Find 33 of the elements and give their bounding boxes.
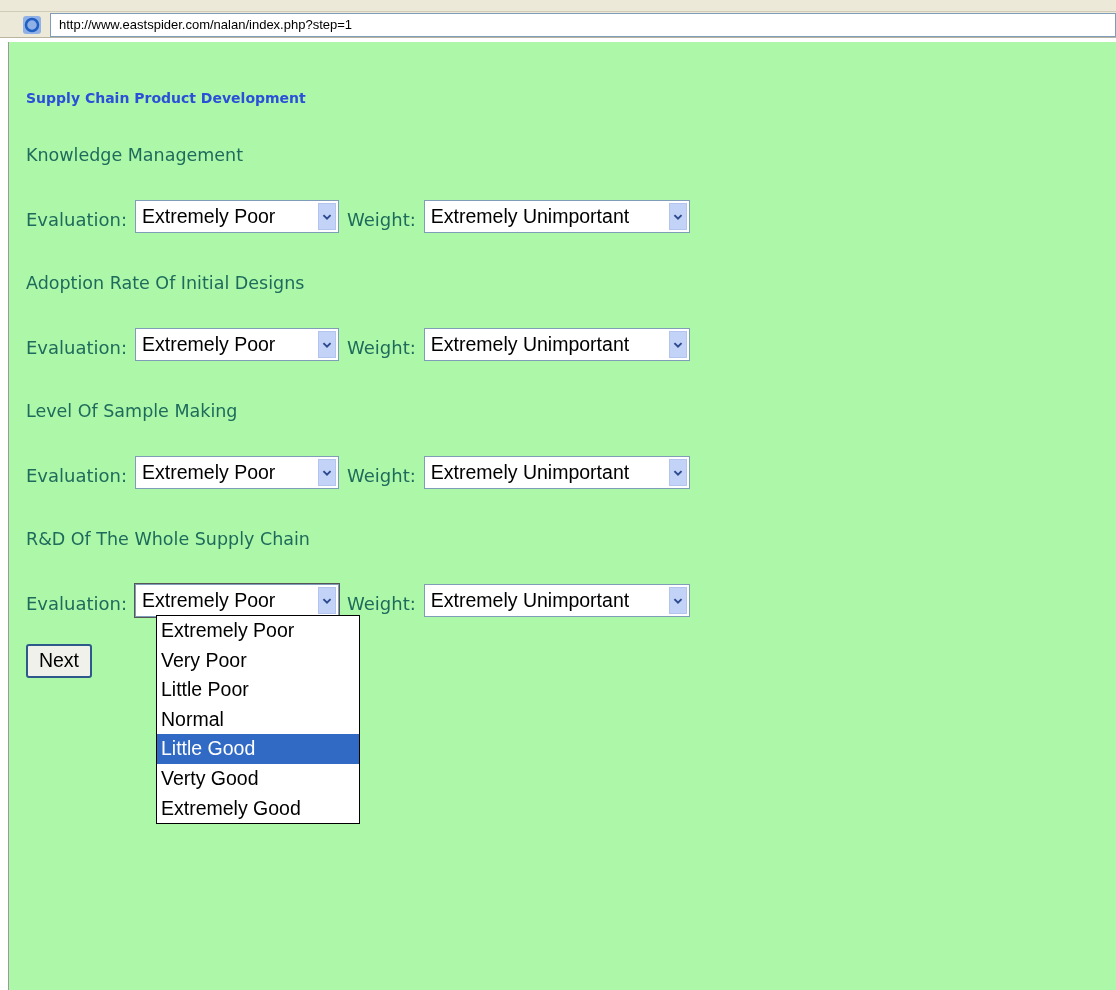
dropdown-select[interactable]: Extremely Poor xyxy=(135,199,340,233)
chevron-down-icon xyxy=(318,458,337,486)
chevron-down-icon xyxy=(668,202,687,230)
dropdown-select[interactable]: Extremely Poor xyxy=(135,327,340,361)
chevron-down-icon xyxy=(668,586,687,614)
field-label: Evaluation: xyxy=(26,464,128,486)
field-label: Weight: xyxy=(347,336,416,358)
criterion-heading: Adoption Rate Of Initial Designs xyxy=(26,272,306,295)
chevron-down-icon xyxy=(668,458,687,486)
dropdown-select[interactable]: Extremely Unimportant xyxy=(423,583,690,617)
chevron-down-icon xyxy=(668,330,687,358)
form-title: Supply Chain Product Development xyxy=(26,89,307,108)
field-label: Evaluation: xyxy=(26,208,128,230)
field-label: Weight: xyxy=(347,464,416,486)
address-field[interactable]: http://www.eastspider.com/nalan/index.php?step=1 xyxy=(50,12,1116,37)
chevron-down-icon xyxy=(318,586,337,614)
chevron-down-icon xyxy=(318,330,337,358)
dropdown-select[interactable]: Extremely Unimportant xyxy=(423,327,690,361)
field-label: Evaluation: xyxy=(26,592,128,614)
dropdown-option[interactable]: Little Good xyxy=(157,734,359,764)
field-label: Weight: xyxy=(347,592,416,614)
criterion-heading: R&D Of The Whole Supply Chain xyxy=(26,528,311,551)
field-label: Evaluation: xyxy=(26,336,128,358)
criterion-heading: Knowledge Management xyxy=(26,144,245,167)
chevron-down-icon xyxy=(318,202,337,230)
field-label: Weight: xyxy=(347,208,416,230)
dropdown-select[interactable]: Extremely Unimportant xyxy=(423,199,690,233)
next-button[interactable]: Next xyxy=(26,643,92,678)
dropdown-select[interactable]: Extremely Poor xyxy=(135,455,340,489)
dropdown-select[interactable]: Extremely Unimportant xyxy=(423,455,690,489)
browser-page-icon xyxy=(22,14,42,35)
criterion-heading: Level Of Sample Making xyxy=(26,400,239,423)
dropdown-select[interactable]: Extremely Poor xyxy=(135,583,340,617)
